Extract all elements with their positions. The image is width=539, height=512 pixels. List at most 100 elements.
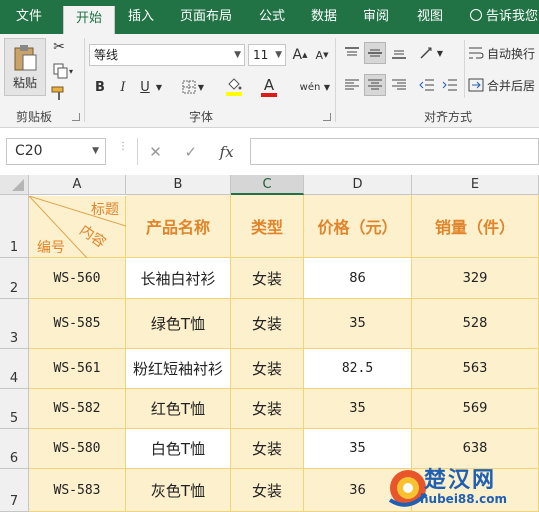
name-box[interactable]: C20 ▼: [6, 138, 106, 165]
insert-function-icon[interactable]: fx: [220, 143, 234, 161]
select-all-corner[interactable]: [0, 175, 29, 195]
column-header-a[interactable]: A: [29, 175, 126, 195]
table-cell-type[interactable]: 女装: [231, 429, 304, 469]
table-cell-name[interactable]: 白色T恤: [126, 429, 231, 469]
font-color-button[interactable]: A: [254, 74, 284, 100]
table-cell-price[interactable]: 82.5: [304, 349, 412, 389]
align-middle-button[interactable]: [364, 42, 386, 64]
indent-icon: [442, 79, 457, 91]
merge-cells-icon: [468, 78, 484, 92]
table-cell-sales[interactable]: 528: [412, 299, 539, 349]
table-cell-name[interactable]: 灰色T恤: [126, 469, 231, 512]
underline-button[interactable]: U: [137, 76, 153, 98]
tab-data[interactable]: 数据: [302, 0, 346, 34]
align-left-button[interactable]: [341, 74, 363, 96]
table-cell-name[interactable]: 粉红短袖衬衫: [126, 349, 231, 389]
tab-insert[interactable]: 插入: [118, 0, 164, 34]
tab-home[interactable]: 开始: [63, 6, 115, 34]
column-header-b[interactable]: B: [126, 175, 231, 195]
phonetic-icon: wén: [299, 81, 321, 93]
table-cell-sales[interactable]: 563: [412, 349, 539, 389]
copy-icon: [53, 63, 68, 79]
tab-formulas[interactable]: 公式: [250, 0, 294, 34]
header-type[interactable]: 类型: [231, 195, 304, 258]
merge-center-label: 合并后居: [487, 78, 536, 93]
row-header-7[interactable]: 7: [0, 469, 29, 512]
table-cell-sales[interactable]: 329: [412, 258, 539, 299]
font-name-select[interactable]: 等线 ▼: [89, 44, 245, 66]
column-header-c[interactable]: C: [231, 175, 304, 195]
table-cell-type[interactable]: 女装: [231, 349, 304, 389]
copy-button[interactable]: ▾: [50, 62, 76, 80]
font-group-label: 字体: [189, 110, 214, 124]
align-top-button[interactable]: [341, 42, 363, 64]
cut-icon[interactable]: ✂: [50, 38, 68, 56]
table-cell-price[interactable]: 35: [304, 299, 412, 349]
row-header-2[interactable]: 2: [0, 258, 29, 299]
align-bottom-button[interactable]: [388, 42, 410, 64]
ribbon-separator: [335, 38, 336, 122]
table-cell-id[interactable]: WS-580: [29, 429, 126, 469]
wrap-text-button[interactable]: 自动换行: [468, 42, 539, 64]
chevron-down-icon[interactable]: ▼: [322, 76, 332, 98]
tab-file[interactable]: 文件: [0, 0, 58, 34]
tab-view[interactable]: 视图: [408, 0, 452, 34]
row-header-5[interactable]: 5: [0, 389, 29, 429]
row-header-4[interactable]: 4: [0, 349, 29, 389]
increase-indent-button[interactable]: [439, 74, 461, 96]
align-right-button[interactable]: [388, 74, 410, 96]
decrease-indent-button[interactable]: [416, 74, 438, 96]
table-cell-price[interactable]: 86: [304, 258, 412, 299]
column-header-d[interactable]: D: [304, 175, 412, 195]
phonetic-button[interactable]: wén: [298, 76, 322, 98]
wrap-text-icon: [469, 47, 484, 59]
table-cell-sales[interactable]: 569: [412, 389, 539, 429]
table-cell-type[interactable]: 女装: [231, 299, 304, 349]
table-cell-type[interactable]: 女装: [231, 389, 304, 429]
tab-review[interactable]: 审阅: [354, 0, 398, 34]
header-sales[interactable]: 销量（件）: [412, 195, 539, 258]
cancel-icon[interactable]: ✕: [149, 143, 162, 161]
column-header-e[interactable]: E: [412, 175, 539, 195]
table-cell-type[interactable]: 女装: [231, 258, 304, 299]
formula-buttons: ✕ ✓ fx: [137, 138, 245, 165]
decrease-font-button[interactable]: A ▼: [313, 44, 331, 66]
outdent-icon: [419, 79, 434, 91]
tab-page-layout[interactable]: 页面布局: [170, 0, 242, 34]
table-cell-id[interactable]: WS-582: [29, 389, 126, 429]
enter-icon[interactable]: ✓: [184, 143, 197, 161]
italic-button[interactable]: I: [115, 76, 131, 98]
font-size-select[interactable]: 11 ▼: [248, 44, 286, 66]
borders-button[interactable]: ▼: [179, 76, 207, 98]
formula-input[interactable]: [250, 138, 539, 165]
table-cell-id[interactable]: WS-561: [29, 349, 126, 389]
table-cell-type[interactable]: 女装: [231, 469, 304, 512]
increase-font-button[interactable]: A ▲: [291, 44, 309, 66]
diagonal-header-cell[interactable]: 标题 内容 编号: [29, 196, 126, 258]
table-cell-id[interactable]: WS-560: [29, 258, 126, 299]
header-price[interactable]: 价格（元）: [304, 195, 412, 258]
merge-center-button[interactable]: 合并后居: [468, 74, 539, 96]
font-launcher-icon[interactable]: [323, 113, 331, 121]
bold-button[interactable]: B: [92, 76, 108, 98]
fill-color-button[interactable]: [219, 74, 249, 100]
row-header-3[interactable]: 3: [0, 299, 29, 349]
align-center-button[interactable]: [364, 74, 386, 96]
row-header-6[interactable]: 6: [0, 429, 29, 469]
font-size-value: 11: [253, 48, 269, 62]
header-product-name[interactable]: 产品名称: [126, 195, 231, 258]
tell-me-search[interactable]: 告诉我您: [470, 0, 538, 34]
chevron-down-icon[interactable]: ▼: [154, 76, 164, 98]
table-cell-id[interactable]: WS-585: [29, 299, 126, 349]
paste-button[interactable]: 粘贴: [4, 38, 46, 96]
row-header-1[interactable]: 1: [0, 195, 29, 258]
format-painter-icon[interactable]: [50, 84, 68, 102]
table-cell-price[interactable]: 35: [304, 389, 412, 429]
select-all-icon: [12, 179, 24, 191]
table-cell-name[interactable]: 长袖白衬衫: [126, 258, 231, 299]
table-cell-name[interactable]: 红色T恤: [126, 389, 231, 429]
clipboard-launcher-icon[interactable]: [72, 113, 80, 121]
table-cell-name[interactable]: 绿色T恤: [126, 299, 231, 349]
table-cell-id[interactable]: WS-583: [29, 469, 126, 512]
orientation-button[interactable]: ▼: [416, 42, 446, 64]
